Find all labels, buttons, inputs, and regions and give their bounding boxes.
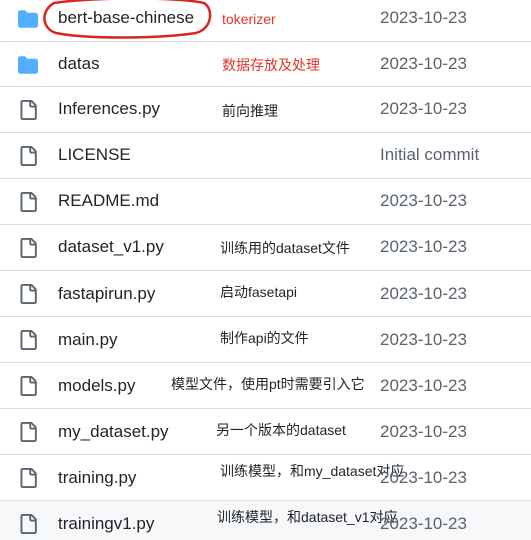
file-row-license[interactable]: LICENSE Initial commit: [0, 132, 531, 178]
file-row-fastapirun[interactable]: fastapirun.py 启动fasetapi 2023-10-23: [0, 270, 531, 316]
file-list: bert-base-chinese tokerizer 2023-10-23 d…: [0, 0, 531, 540]
commit-date[interactable]: 2023-10-23: [380, 237, 467, 257]
file-name-link[interactable]: datas: [58, 54, 100, 74]
file-icon: [18, 422, 38, 442]
file-icon: [18, 100, 38, 120]
file-row-models[interactable]: models.py 模型文件，使用pt时需要引入它 2023-10-23: [0, 362, 531, 408]
commit-date[interactable]: 2023-10-23: [380, 468, 467, 488]
file-name-link[interactable]: bert-base-chinese: [58, 8, 194, 28]
commit-date[interactable]: 2023-10-23: [380, 191, 467, 211]
file-icon: [18, 376, 38, 396]
annotation-note: 训练模型，和dataset_v1对应: [217, 509, 398, 525]
file-name-link[interactable]: LICENSE: [58, 145, 131, 165]
annotation-note: 前向推理: [222, 103, 278, 119]
file-row-trainingv1[interactable]: trainingv1.py 训练模型，和dataset_v1对应 2023-10…: [0, 500, 531, 540]
file-row-my-dataset[interactable]: my_dataset.py 另一个版本的dataset 2023-10-23: [0, 408, 531, 454]
file-name-link[interactable]: trainingv1.py: [58, 514, 154, 534]
file-name-link[interactable]: main.py: [58, 330, 118, 350]
annotation-note: 另一个版本的dataset: [216, 422, 346, 438]
annotation-note: tokerizer: [222, 11, 276, 27]
commit-date[interactable]: 2023-10-23: [380, 54, 467, 74]
file-row-inferences[interactable]: Inferences.py 前向推理 2023-10-23: [0, 86, 531, 132]
file-row-bert-base-chinese[interactable]: bert-base-chinese tokerizer 2023-10-23: [0, 0, 531, 41]
annotation-note: 训练模型，和my_dataset对应: [220, 463, 405, 479]
annotation-note: 训练用的dataset文件: [220, 240, 350, 256]
commit-date[interactable]: 2023-10-23: [380, 514, 467, 534]
file-row-dataset-v1[interactable]: dataset_v1.py 训练用的dataset文件 2023-10-23: [0, 224, 531, 270]
file-name-link[interactable]: training.py: [58, 468, 136, 488]
folder-icon: [18, 9, 38, 29]
file-name-link[interactable]: my_dataset.py: [58, 422, 169, 442]
file-row-readme[interactable]: README.md 2023-10-23: [0, 178, 531, 224]
file-icon: [18, 192, 38, 212]
file-icon: [18, 284, 38, 304]
file-icon: [18, 514, 38, 534]
commit-date[interactable]: 2023-10-23: [380, 330, 467, 350]
commit-date[interactable]: 2023-10-23: [380, 376, 467, 396]
folder-icon: [18, 55, 38, 75]
commit-message-link[interactable]: Initial commit: [380, 145, 479, 165]
commit-date[interactable]: 2023-10-23: [380, 422, 467, 442]
annotation-note: 启动fasetapi: [220, 284, 298, 300]
annotation-note: 模型文件，使用pt时需要引入它: [171, 376, 365, 392]
commit-date[interactable]: 2023-10-23: [380, 284, 467, 304]
file-name-link[interactable]: Inferences.py: [58, 99, 160, 119]
file-row-training[interactable]: training.py 训练模型，和my_dataset对应 2023-10-2…: [0, 454, 531, 500]
file-name-link[interactable]: fastapirun.py: [58, 284, 155, 304]
file-row-main[interactable]: main.py 制作api的文件 2023-10-23: [0, 316, 531, 362]
file-icon: [18, 468, 38, 488]
file-icon: [18, 330, 38, 350]
file-name-link[interactable]: README.md: [58, 191, 159, 211]
file-icon: [18, 146, 38, 166]
commit-date[interactable]: 2023-10-23: [380, 99, 467, 119]
commit-date[interactable]: 2023-10-23: [380, 8, 467, 28]
file-icon: [18, 238, 38, 258]
file-name-link[interactable]: models.py: [58, 376, 135, 396]
file-row-datas[interactable]: datas 数据存放及处理 2023-10-23: [0, 41, 531, 87]
annotation-note: 制作api的文件: [220, 330, 309, 346]
file-name-link[interactable]: dataset_v1.py: [58, 237, 164, 257]
annotation-note: 数据存放及处理: [222, 57, 320, 73]
